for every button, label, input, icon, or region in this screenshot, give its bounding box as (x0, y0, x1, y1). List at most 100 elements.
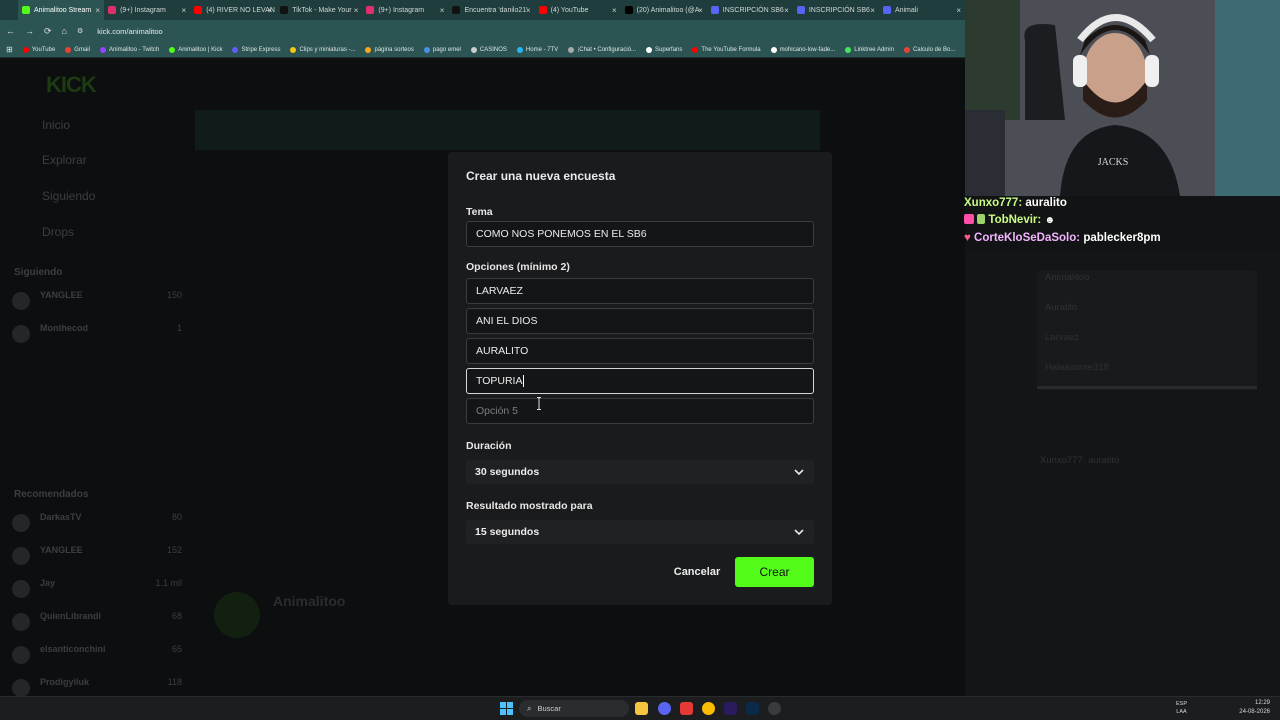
bookmark-label: Clips y miniaturas -... (299, 46, 356, 53)
browser-tab[interactable]: (9+) Instagram × (362, 0, 448, 20)
option-4-input[interactable]: TOPURIA (466, 368, 814, 394)
bookmark-item[interactable]: Animalitoo | Kick (169, 46, 222, 53)
sidebar-channel[interactable]: Monthecod 1 (12, 321, 182, 347)
premiere-icon[interactable] (724, 702, 737, 715)
browser-tab[interactable]: INSCRIPCIÓN SB6 × (793, 0, 879, 20)
stream-player-area (195, 110, 820, 150)
create-button[interactable]: Crear (735, 557, 814, 587)
nav-drops[interactable]: Drops (42, 225, 74, 239)
topic-input[interactable]: COMO NOS PONEMOS EN EL SB6 (466, 221, 814, 247)
cancel-button[interactable]: Cancelar (664, 557, 730, 587)
text-caret (523, 375, 525, 387)
nav-home[interactable]: Inicio (42, 118, 70, 132)
tab-label: (4) RIVER NO LEVAN (206, 6, 275, 14)
bookmark-item[interactable]: Stripe Express (232, 46, 280, 53)
modal-title: Crear una nueva encuesta (466, 169, 616, 183)
sidebar-channel[interactable]: Jay 1.1 mil (12, 576, 182, 602)
site-info-icon[interactable]: ⚙ (77, 27, 83, 35)
browser-tab[interactable]: Animalitoo Stream × (18, 0, 105, 20)
sidebar-channel[interactable]: DarkasTV 80 (12, 510, 182, 536)
bookmark-favicon-icon (845, 46, 852, 53)
sidebar-channel[interactable]: YANGLEE 150 (12, 288, 182, 314)
avatar (12, 292, 30, 310)
option-2-input[interactable]: ANI EL DIOS (466, 308, 814, 334)
bookmark-item[interactable]: ¡Chat • Configuració... (568, 46, 636, 53)
obs-icon[interactable] (768, 702, 781, 715)
forward-icon[interactable]: → (25, 26, 34, 36)
option-5-input[interactable]: Opción 5 (466, 398, 814, 424)
bookmark-favicon-icon (516, 46, 523, 53)
tab-close-icon[interactable]: × (956, 6, 961, 15)
tab-close-icon[interactable]: × (870, 6, 875, 15)
bookmarks-bar: ⊞ YouTube Gmail Animalitoo - Twitch Animali… (0, 42, 965, 58)
sidebar-channel[interactable]: elsanticonchini 65 (12, 642, 182, 668)
bookmark-item[interactable]: CASINOS (470, 46, 507, 53)
browser-tab[interactable]: (20) Animalitoo (@A × (621, 0, 707, 20)
windows-start-icon[interactable] (500, 702, 513, 715)
file-explorer-icon[interactable] (635, 702, 648, 715)
system-clock[interactable]: 12:29 24-08-2026 (1239, 699, 1270, 717)
url-field[interactable]: kick.com/animalitoo (93, 23, 965, 39)
tab-close-icon[interactable]: × (95, 6, 100, 15)
bookmark-favicon-icon (290, 46, 297, 53)
option-3-input[interactable]: AURALITO (466, 338, 814, 364)
bookmark-item[interactable]: Clips y miniaturas -... (290, 46, 356, 53)
photoshop-icon[interactable] (746, 702, 759, 715)
bookmark-item[interactable]: The YouTube Formula (692, 46, 761, 53)
nav-following[interactable]: Siguiendo (42, 189, 95, 203)
option-1-input[interactable]: LARVAEZ (466, 278, 814, 304)
bookmark-label: YouTube (31, 46, 56, 53)
avatar (12, 580, 30, 598)
tab-close-icon[interactable]: × (440, 6, 445, 15)
nav-explore[interactable]: Explorar (42, 153, 87, 167)
dim-chat-line: Xunxo777: auralito (1040, 455, 1120, 466)
tab-close-icon[interactable]: × (354, 6, 359, 15)
bookmark-item[interactable]: Gmail (65, 46, 90, 53)
bookmark-item[interactable]: Animalitoo - Twitch (99, 46, 159, 53)
tab-favicon-icon (538, 6, 547, 14)
bookmark-item[interactable]: Superfans (646, 46, 682, 53)
duration-select[interactable]: 30 segundos (466, 460, 814, 484)
bookmark-favicon-icon (22, 46, 29, 53)
tab-close-icon[interactable]: × (612, 6, 617, 15)
browser-tab[interactable]: (9+) Instagram × (104, 0, 190, 20)
language-indicator[interactable]: ESP LAA (1176, 700, 1187, 716)
taskbar-search[interactable]: ⌕ Buscar (519, 700, 629, 717)
kick-logo: KICK (46, 72, 97, 97)
chat-message-3: ♥ CorteKloSeDaSolo: pablecker8pm (964, 232, 1161, 244)
bookmark-item[interactable]: pago emel (423, 46, 461, 53)
channel-name: YANGLEE (40, 545, 83, 555)
sidebar-channel[interactable]: QuienLibrandi 68 (12, 609, 182, 635)
tab-close-icon[interactable]: × (784, 6, 789, 15)
browser-tab[interactable]: Animali × (879, 0, 965, 20)
bookmark-item[interactable]: mohicano-low-fade... (770, 46, 835, 53)
app-icon[interactable] (680, 702, 693, 715)
bookmark-item[interactable]: página sorteos (365, 46, 414, 53)
bookmark-item[interactable]: Home - 7TV (516, 46, 558, 53)
bookmark-favicon-icon (568, 46, 575, 53)
emote-icon: ☻ (1044, 215, 1055, 226)
tab-close-icon[interactable]: × (182, 6, 187, 15)
browser-tab[interactable]: Encuentra 'danilo21' × (448, 0, 534, 20)
browser-tab[interactable]: TikTok - Make Your × (276, 0, 362, 20)
discord-icon[interactable] (658, 702, 671, 715)
bookmark-item[interactable]: YouTube (22, 46, 56, 53)
chrome-icon[interactable] (702, 702, 715, 715)
home-icon[interactable]: ⌂ (62, 26, 67, 36)
bookmark-favicon-icon (470, 46, 477, 53)
back-icon[interactable]: ← (6, 26, 15, 36)
bookmark-item[interactable]: Linktree Admin (845, 46, 894, 53)
browser-tab[interactable]: (4) YouTube × (535, 0, 621, 20)
tab-close-icon[interactable]: × (268, 6, 273, 15)
sidebar-channel[interactable]: YANGLEE 152 (12, 543, 182, 569)
result-duration-select[interactable]: 15 segundos (466, 520, 814, 544)
tab-close-icon[interactable]: × (526, 6, 531, 15)
viewer-count: 1 (176, 323, 182, 333)
bookmark-item[interactable]: Calculo de Bo... (903, 46, 955, 53)
sidebar-channel[interactable]: Prodigyiluk 118 (12, 675, 182, 696)
reload-icon[interactable]: ⟳ (44, 26, 52, 37)
browser-tab[interactable]: (4) RIVER NO LEVAN × (190, 0, 276, 20)
apps-grid-icon[interactable]: ⊞ (6, 45, 13, 54)
tab-close-icon[interactable]: × (698, 6, 703, 15)
browser-tab[interactable]: INSCRIPCIÓN SB6 × (707, 0, 793, 20)
